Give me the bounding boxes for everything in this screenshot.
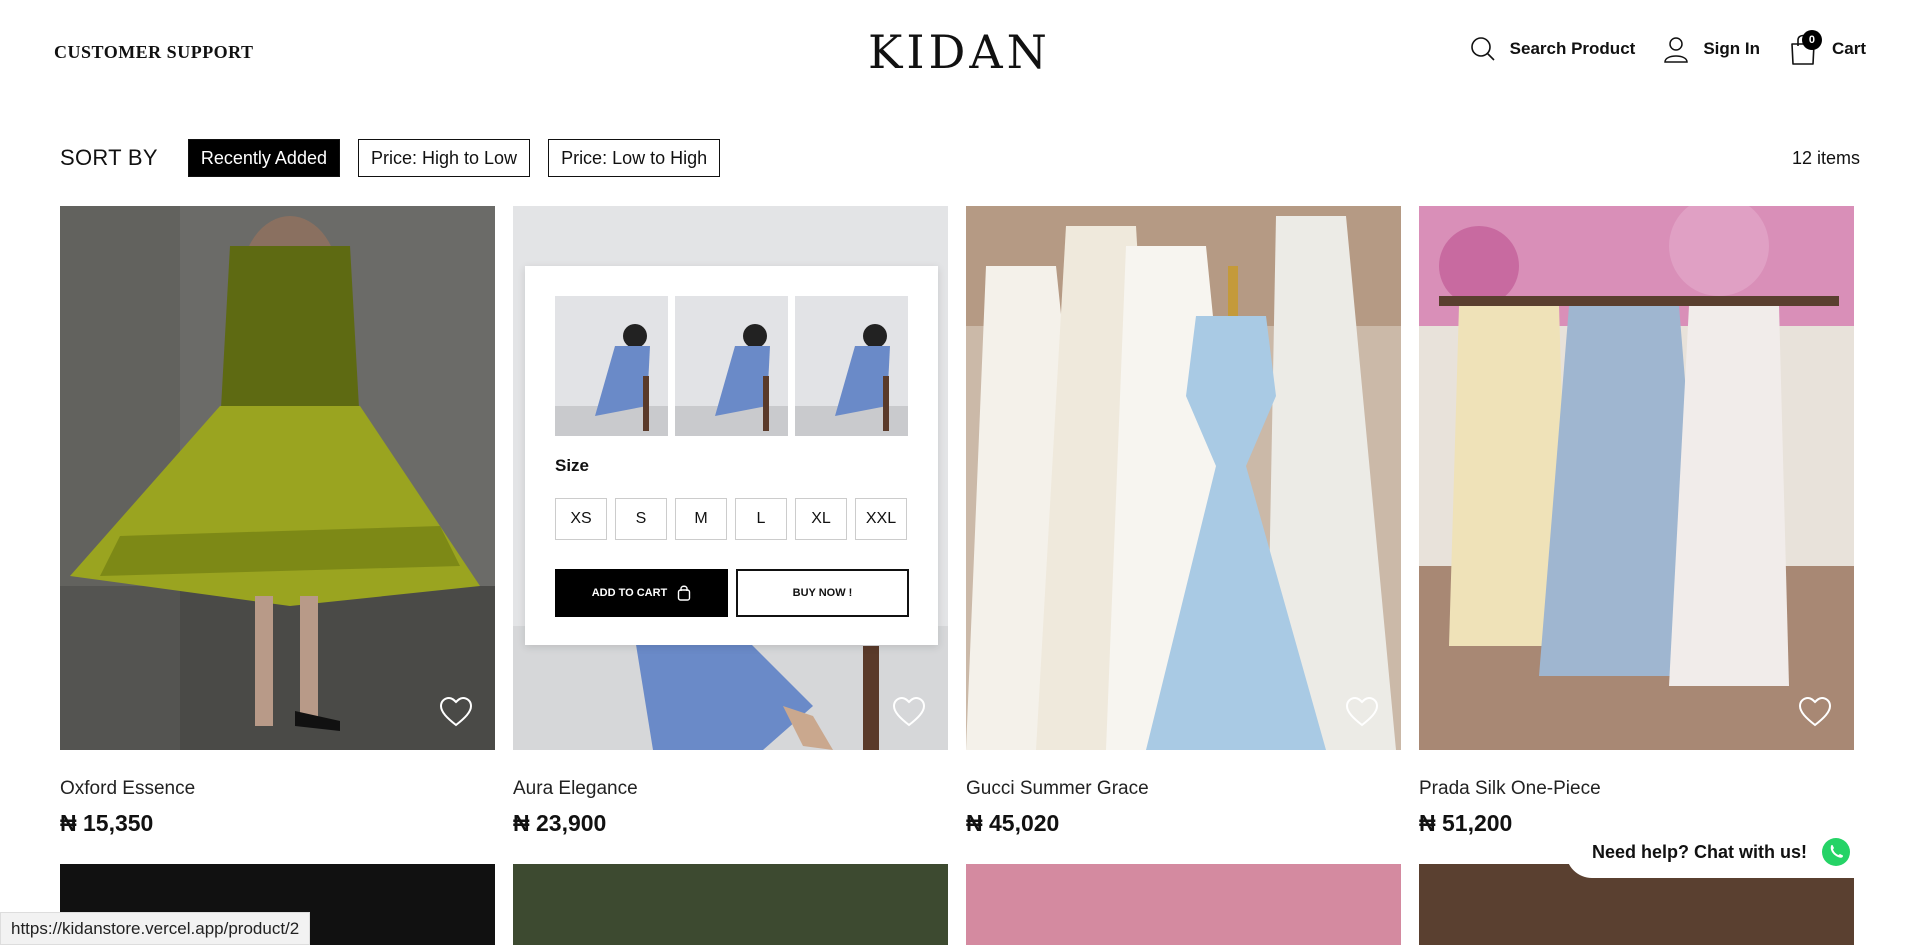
cart-icon-wrap: 0 — [1788, 30, 1822, 66]
thumbnail-image[interactable] — [555, 296, 668, 436]
chat-widget[interactable]: Need help? Chat with us! — [1566, 826, 1866, 878]
product-name[interactable]: Oxford Essence — [60, 778, 195, 800]
size-l-button[interactable]: L — [735, 498, 787, 540]
sort-recently-added-button[interactable]: Recently Added — [187, 139, 340, 177]
product-price: ₦ 15,350 — [60, 810, 154, 836]
sign-in-label: Sign In — [1703, 39, 1760, 58]
wishlist-heart-icon[interactable] — [1345, 696, 1379, 728]
cart-bag-icon — [678, 585, 691, 601]
product-image[interactable] — [1419, 206, 1854, 750]
sort-bar: SORT BY Recently Added Price: High to Lo… — [60, 138, 1860, 178]
add-to-cart-label: ADD TO CART — [591, 587, 668, 599]
quick-view-panel: Size XS S M L XL XXL ADD TO CART BUY NOW… — [525, 266, 938, 645]
site-header: CUSTOMER SUPPORT KIDAN Search Product Si… — [0, 0, 1920, 104]
search-product-label: Search Product — [1509, 39, 1636, 58]
product-name[interactable]: Prada Silk One-Piece — [1419, 778, 1601, 800]
sort-by-label: SORT BY — [60, 145, 158, 170]
customer-support-link[interactable]: CUSTOMER SUPPORT — [54, 42, 254, 63]
item-count: 12 items — [1791, 148, 1860, 168]
product-price: ₦ 23,900 — [513, 810, 607, 836]
buy-now-button[interactable]: BUY NOW ! — [736, 569, 909, 617]
cart-label: Cart — [1831, 39, 1866, 58]
wishlist-heart-icon[interactable] — [892, 696, 926, 728]
user-icon — [1664, 37, 1689, 63]
thumbnail-image[interactable] — [795, 296, 908, 436]
product-photo — [966, 206, 1401, 750]
product-card[interactable]: Oxford Essence ₦ 15,350 — [60, 206, 495, 836]
wishlist-heart-icon[interactable] — [439, 696, 473, 728]
product-card-row2-3[interactable] — [966, 864, 1401, 945]
product-image[interactable] — [60, 206, 495, 750]
header-actions: Search Product Sign In 0 Cart — [1470, 30, 1866, 66]
cart-button[interactable]: 0 Cart — [1788, 30, 1866, 66]
size-xl-button[interactable]: XL — [795, 498, 847, 540]
product-name[interactable]: Gucci Summer Grace — [966, 778, 1149, 800]
product-photo — [60, 206, 495, 750]
search-icon — [1470, 37, 1495, 61]
whatsapp-icon — [1822, 838, 1851, 866]
product-photo — [1419, 206, 1854, 750]
product-card[interactable]: Gucci Summer Grace ₦ 45,020 — [966, 206, 1401, 836]
search-product-button[interactable]: Search Product — [1470, 36, 1636, 62]
size-m-button[interactable]: M — [675, 498, 727, 540]
brand-logo[interactable]: KIDAN — [868, 26, 1051, 78]
product-image[interactable] — [966, 206, 1401, 750]
product-name[interactable]: Aura Elegance — [513, 778, 638, 800]
size-s-button[interactable]: S — [615, 498, 667, 540]
thumbnail-image[interactable] — [675, 296, 788, 436]
product-card-row2-2[interactable] — [513, 864, 948, 945]
sort-price-high-low-button[interactable]: Price: High to Low — [357, 139, 531, 177]
add-to-cart-button[interactable]: ADD TO CART — [555, 569, 728, 617]
chat-label: Need help? Chat with us! — [1592, 841, 1808, 862]
cart-count-badge: 0 — [1801, 30, 1822, 50]
quick-view-thumbnails — [555, 296, 908, 436]
size-options: XS S M L XL XXL — [555, 498, 907, 540]
product-card[interactable]: Prada Silk One-Piece ₦ 51,200 — [1419, 206, 1854, 836]
size-label: Size — [555, 456, 590, 475]
sign-in-button[interactable]: Sign In — [1663, 35, 1760, 63]
status-bar-url: https://kidanstore.vercel.app/product/2 — [0, 912, 311, 945]
quick-view-actions: ADD TO CART BUY NOW ! — [555, 569, 909, 617]
size-xs-button[interactable]: XS — [555, 498, 607, 540]
size-xxl-button[interactable]: XXL — [855, 498, 907, 540]
sort-price-low-high-button[interactable]: Price: Low to High — [548, 139, 721, 177]
product-price: ₦ 45,020 — [966, 810, 1060, 836]
product-price: ₦ 51,200 — [1419, 810, 1513, 836]
wishlist-heart-icon[interactable] — [1798, 696, 1832, 728]
